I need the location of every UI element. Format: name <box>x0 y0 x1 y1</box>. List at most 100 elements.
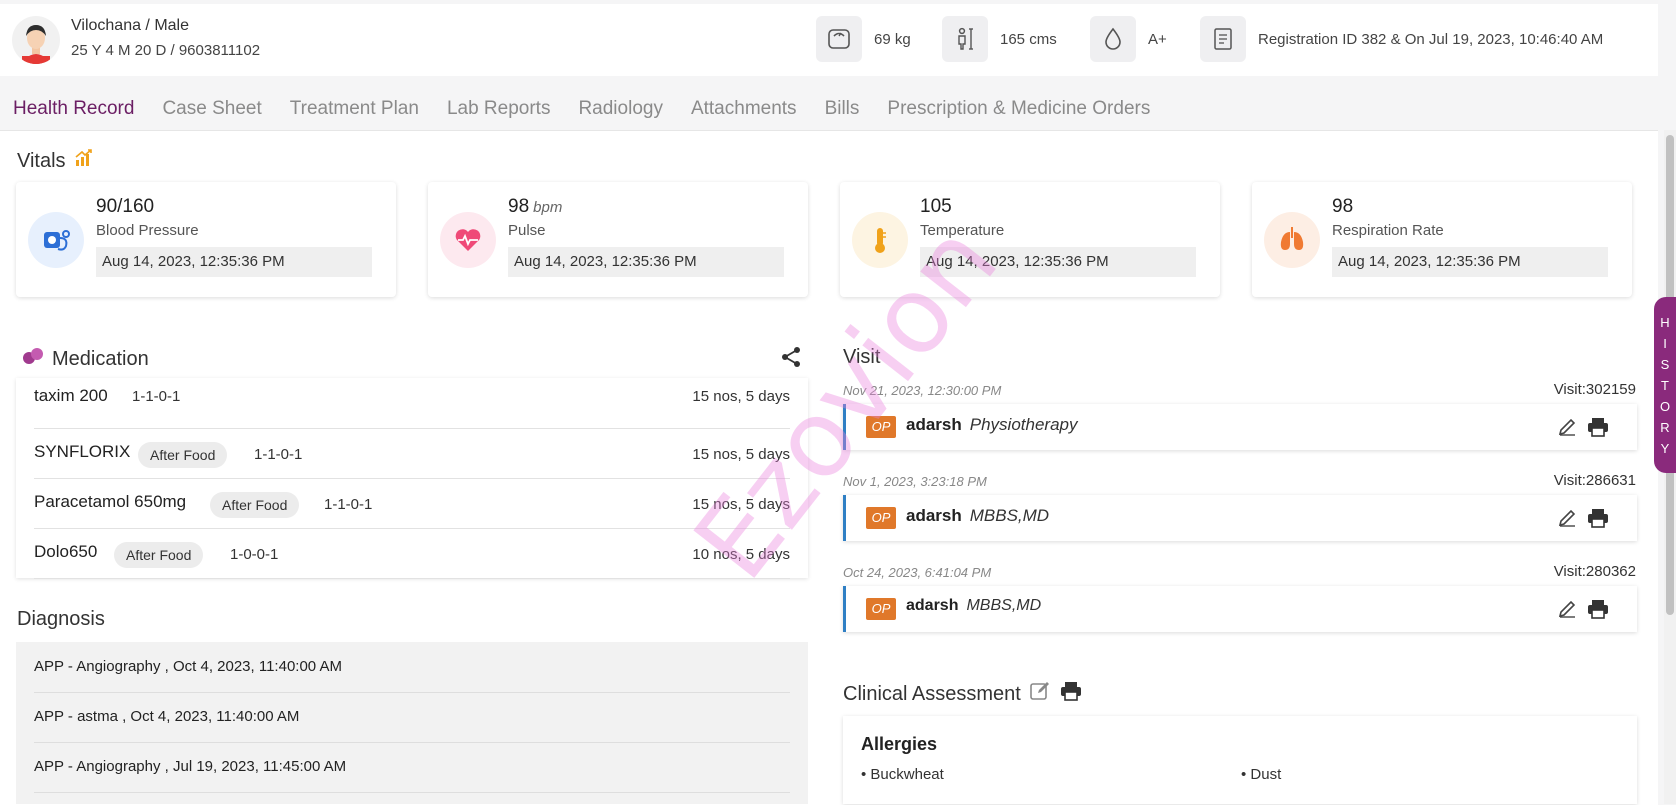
vital-card-temperature[interactable]: 105 Temperature Aug 14, 2023, 12:35:36 P… <box>840 182 1220 297</box>
share-icon[interactable] <box>780 346 802 373</box>
doctor-name: adarsh <box>906 506 962 525</box>
registration-stat: Registration ID 382 & On Jul 19, 2023, 1… <box>1200 16 1603 62</box>
avatar <box>12 16 60 64</box>
blood-drop-icon <box>1090 16 1136 62</box>
trend-chart-icon[interactable] <box>74 148 94 174</box>
print-icon[interactable] <box>1586 598 1610 625</box>
visit-card[interactable]: OP adarsh MBBS,MD <box>843 495 1637 541</box>
allergies-card: Allergies • Buckwheat • Dust <box>843 716 1637 804</box>
vital-card-respiration[interactable]: 98 Respiration Rate Aug 14, 2023, 12:35:… <box>1252 182 1632 297</box>
vital-unit: bpm <box>533 199 563 216</box>
vital-value: 105 <box>920 196 952 217</box>
vital-value: 90/160 <box>96 196 155 217</box>
patient-name: Vilochana / Male <box>71 17 189 34</box>
tab-prescription-orders[interactable]: Prescription & Medicine Orders <box>887 98 1150 120</box>
visit-date: Nov 1, 2023, 3:23:18 PM <box>843 474 987 489</box>
list-item[interactable]: taxim 200 1-1-0-1 15 nos, 5 days <box>34 378 790 429</box>
allergy-item: • Buckwheat <box>861 766 944 783</box>
list-item[interactable]: APP - astma , Oct 4, 2023, 11:40:00 AM <box>34 692 790 743</box>
vital-label: Temperature <box>920 222 1005 239</box>
op-badge: OP <box>866 416 896 438</box>
allergy-name: Dust <box>1250 766 1282 783</box>
doctor-name: adarsh <box>906 597 959 614</box>
history-letter: O <box>1659 398 1671 414</box>
diagnosis-list: APP - Angiography , Oct 4, 2023, 11:40:0… <box>16 642 808 804</box>
tab-bills[interactable]: Bills <box>825 98 860 120</box>
tab-treatment-plan[interactable]: Treatment Plan <box>290 98 419 120</box>
medicine-qty: 15 nos, 5 days <box>692 496 790 513</box>
tab-lab-reports[interactable]: Lab Reports <box>447 98 551 120</box>
history-letter: S <box>1660 356 1670 372</box>
clinical-assessment-heading: Clinical Assessment <box>843 680 1083 708</box>
document-icon <box>1200 16 1246 62</box>
visit-card[interactable]: OP adarsh Physiotherapy <box>843 404 1637 450</box>
visit-doctor: adarsh MBBS,MD <box>906 597 1041 615</box>
pills-icon <box>22 346 44 372</box>
medicine-name: Paracetamol 650mg <box>34 492 187 511</box>
edit-pencil-icon[interactable] <box>1556 598 1578 625</box>
visit-heading: Visit <box>843 346 880 369</box>
height-icon <box>942 16 988 62</box>
history-letter: R <box>1660 419 1670 435</box>
medicine-dose: 1-1-0-1 <box>324 496 373 513</box>
vital-timestamp: Aug 14, 2023, 12:35:36 PM <box>96 247 372 277</box>
medicine-dose: 1-1-0-1 <box>254 446 303 463</box>
allergies-title: Allergies <box>861 734 938 754</box>
visit-id: Visit:286631 <box>1553 472 1636 489</box>
tab-case-sheet[interactable]: Case Sheet <box>162 98 261 120</box>
print-icon[interactable] <box>1586 416 1610 443</box>
tab-attachments[interactable]: Attachments <box>691 98 797 120</box>
weight-value: 69 kg <box>874 30 911 48</box>
op-badge: OP <box>866 598 896 620</box>
diagnosis-title: Diagnosis <box>17 608 105 630</box>
vital-value: 98 <box>1332 196 1354 217</box>
height-stat: 165 cms <box>942 16 1057 62</box>
doctor-specialty: MBBS,MD <box>969 506 1050 525</box>
vital-card-blood-pressure[interactable]: 90/160 Blood Pressure Aug 14, 2023, 12:3… <box>16 182 396 297</box>
weighing-scale-icon <box>816 16 862 62</box>
visit-date: Oct 24, 2023, 6:41:04 PM <box>843 565 992 580</box>
blood-group-stat: A+ <box>1090 16 1167 62</box>
diagnosis-heading: Diagnosis <box>17 608 105 631</box>
print-icon[interactable] <box>1586 507 1610 534</box>
list-item[interactable]: SYNFLORIX After Food 1-1-0-1 15 nos, 5 d… <box>34 428 790 479</box>
list-item[interactable]: APP - Angiography , Oct 4, 2023, 11:40:0… <box>34 642 790 693</box>
edit-pencil-icon[interactable] <box>1556 507 1578 534</box>
history-letter: T <box>1661 377 1669 393</box>
visit-doctor: adarsh MBBS,MD <box>906 506 1049 526</box>
vital-label: Blood Pressure <box>96 222 199 239</box>
visit-card[interactable]: OP adarsh MBBS,MD <box>843 586 1637 632</box>
patient-age-phone: 25 Y 4 M 20 D / 9603811102 <box>71 42 261 59</box>
tab-health-record[interactable]: Health Record <box>13 98 134 120</box>
medication-title: Medication <box>52 347 149 370</box>
height-value: 165 cms <box>1000 30 1057 48</box>
record-tabs: Health Record Case Sheet Treatment Plan … <box>13 98 1150 120</box>
list-item[interactable]: Paracetamol 650mg After Food 1-1-0-1 15 … <box>34 478 790 529</box>
visit-date: Nov 21, 2023, 12:30:00 PM <box>843 383 1002 398</box>
medicine-name: Dolo650 <box>34 542 98 561</box>
allergy-name: Buckwheat <box>870 766 944 783</box>
history-letter: H <box>1660 314 1670 330</box>
visit-doctor: adarsh Physiotherapy <box>906 415 1077 435</box>
medicine-qty: 10 nos, 5 days <box>692 546 790 563</box>
vital-card-pulse[interactable]: 98 bpm Pulse Aug 14, 2023, 12:35:36 PM <box>428 182 808 297</box>
edit-icon[interactable] <box>1029 680 1051 708</box>
history-side-tab[interactable]: H I S T O R Y <box>1654 297 1676 473</box>
list-item[interactable]: APP - Angiography , Jul 19, 2023, 11:45:… <box>34 742 790 793</box>
allergy-item: • Dust <box>1241 766 1282 783</box>
vital-timestamp: Aug 14, 2023, 12:35:36 PM <box>1332 247 1608 277</box>
lungs-icon <box>1264 212 1320 268</box>
blood-group-value: A+ <box>1148 30 1167 48</box>
thermometer-icon <box>852 212 908 268</box>
edit-pencil-icon[interactable] <box>1556 416 1578 443</box>
list-item[interactable]: Dolo650 After Food 1-0-0-1 10 nos, 5 day… <box>34 528 790 579</box>
patient-header: Vilochana / Male 25 Y 4 M 20 D / 9603811… <box>0 4 1658 76</box>
medicine-name: taxim 200 <box>34 386 108 405</box>
print-icon[interactable] <box>1059 680 1083 708</box>
food-instruction-chip: After Food <box>138 442 228 468</box>
op-badge: OP <box>866 507 896 529</box>
vital-value: 98 <box>508 196 530 217</box>
doctor-specialty: MBBS,MD <box>966 597 1042 614</box>
medicine-dose: 1-0-0-1 <box>230 546 279 563</box>
tab-radiology[interactable]: Radiology <box>578 98 663 120</box>
